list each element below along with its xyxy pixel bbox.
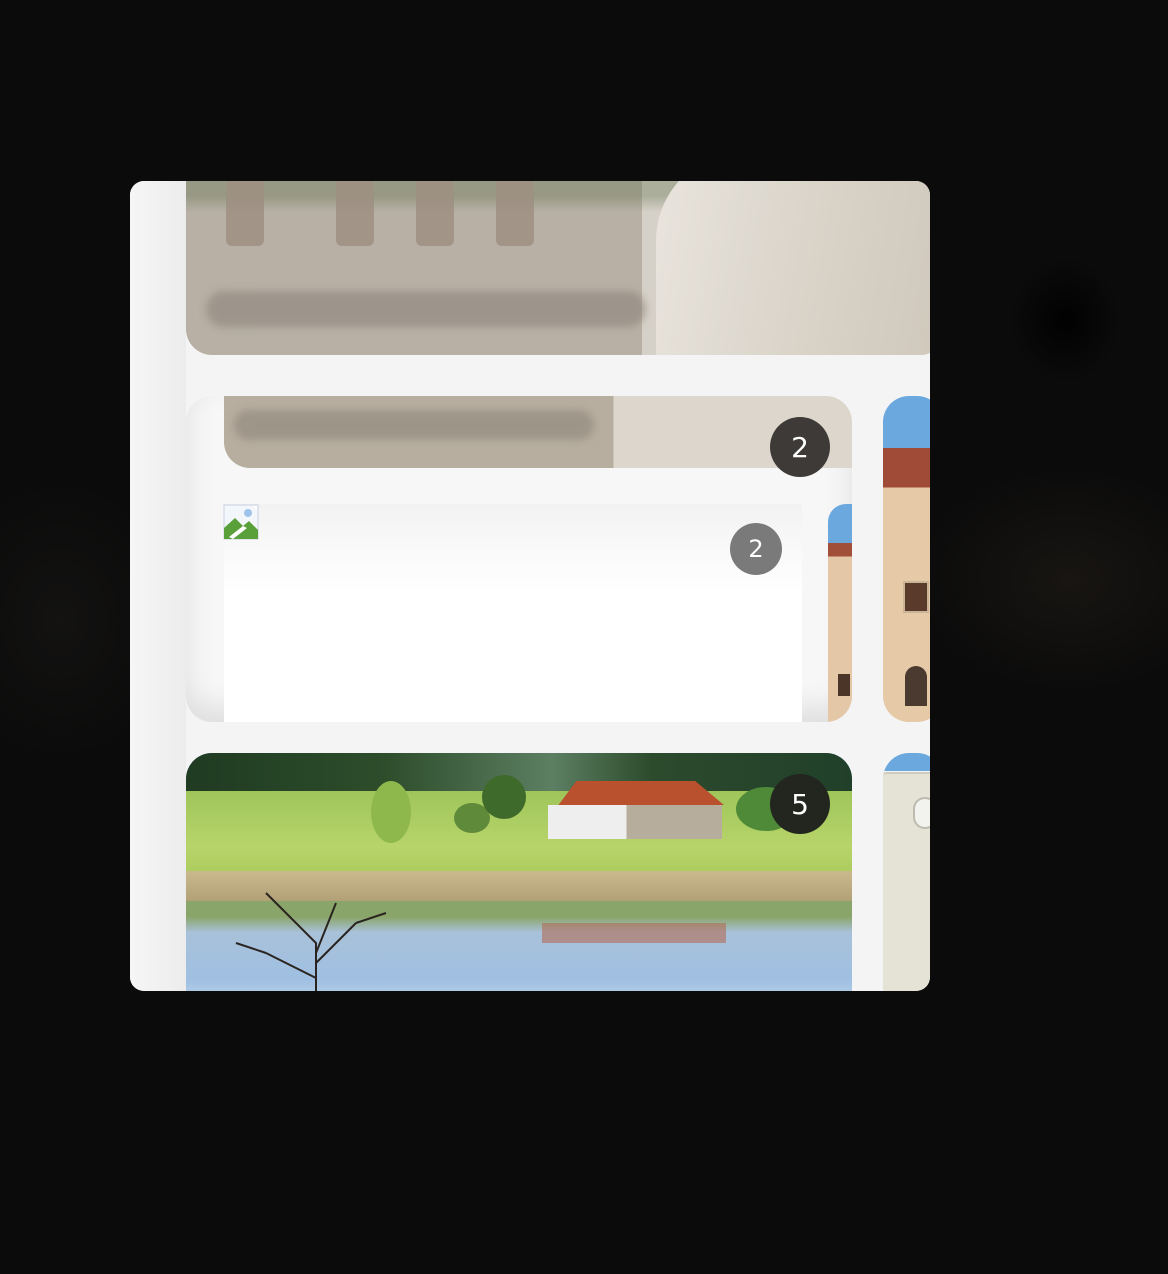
photo-detail [838,674,850,696]
count-badge: 5 [770,774,830,834]
photo-card-empty[interactable] [224,504,802,722]
fence-post [226,181,264,246]
broken-image-icon [223,504,259,540]
photo-detail [235,892,387,991]
fence-post [336,181,374,246]
window-left-shade [130,181,186,991]
count-badge: 2 [730,523,782,575]
count-badge: 2 [770,417,830,477]
photo-detail [371,781,411,843]
photo-detail [542,923,726,943]
photo-card-side-barn[interactable] [883,396,930,722]
photo-detail [234,410,594,440]
photo-detail [544,781,724,839]
photo-detail [482,775,526,819]
photo-detail [913,797,930,829]
photo-stack-window [130,181,930,991]
photo-card-side-device[interactable] [883,753,930,991]
photo-card-top[interactable] [186,181,930,355]
photo-detail [903,581,929,613]
photo-card-peek[interactable] [828,504,852,722]
photo-detail [656,181,930,355]
fence-post [416,181,454,246]
photo-detail [905,666,927,706]
photo-card-landscape[interactable] [186,753,852,991]
photo-detail [206,291,646,327]
photo-card-strip[interactable] [224,396,852,468]
fence-post [496,181,534,246]
